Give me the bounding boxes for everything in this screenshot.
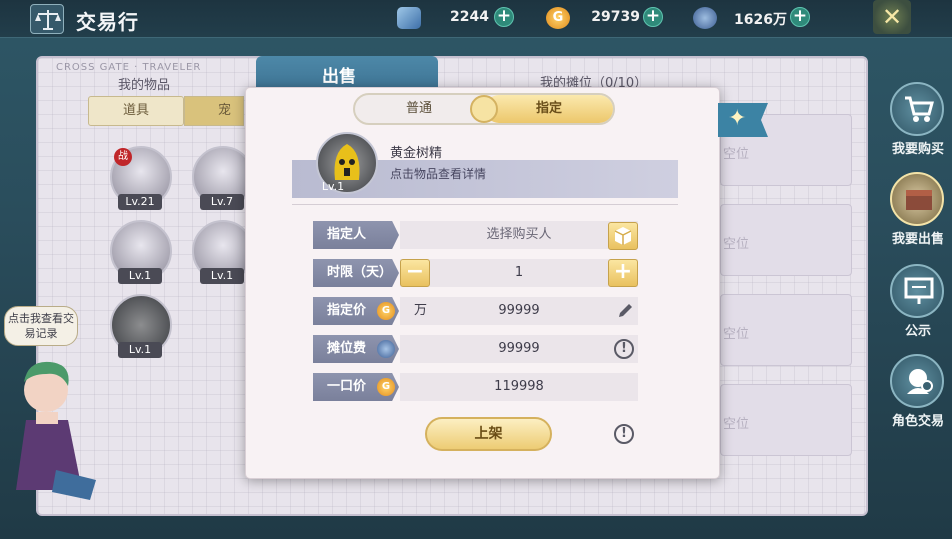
gem-resource: 2244 + <box>397 5 517 31</box>
price-label-text: 指定价 <box>327 303 367 318</box>
designated-badge: ✦ <box>718 103 768 137</box>
inventory-slot[interactable]: 战 Lv.21 <box>110 146 172 210</box>
price-unit: 万 <box>414 303 428 318</box>
fee-help-icon[interactable]: ! <box>614 339 634 359</box>
sell-title: 出售 <box>322 67 356 87</box>
item-level: Lv.1 <box>321 180 345 193</box>
gold-coin-icon: G <box>546 7 570 29</box>
gold-coin-icon: G <box>377 302 395 320</box>
tab-items[interactable]: 道具 <box>88 96 184 126</box>
slot-level: Lv.21 <box>118 194 162 210</box>
cube-icon <box>614 227 632 245</box>
sidebar-item-label: 角色交易 <box>891 414 944 429</box>
top-bar: 交易行 2244 + G 29739 + 1626万 + ✕ <box>0 0 952 38</box>
cart-icon <box>890 82 944 136</box>
total-label-text: 一口价 <box>327 379 367 394</box>
designee-label: 指定人 <box>313 221 399 249</box>
sidebar-item-character-trade[interactable]: 角色交易 <box>884 354 948 434</box>
mode-designated-option[interactable]: 指定 <box>485 95 613 123</box>
total-label: 一口价 G <box>313 373 399 401</box>
sidebar-item-label: 公示 <box>904 324 931 339</box>
silver-resource: 1626万 + <box>693 5 813 31</box>
item-name: 黄金树精 <box>390 146 443 161</box>
stall-slot[interactable]: 空位 <box>720 384 852 456</box>
sell-box-icon <box>890 172 944 226</box>
trade-scale-icon <box>30 4 64 34</box>
increase-duration-button[interactable]: + <box>608 259 638 287</box>
mode-normal-option[interactable]: 普通 <box>355 95 483 123</box>
silver-count: 1626万 <box>734 12 787 28</box>
add-gold-button[interactable]: + <box>643 7 663 27</box>
close-button[interactable]: ✕ <box>873 0 911 34</box>
gem-icon <box>397 7 421 29</box>
empty-stall-label: 空位 <box>723 237 750 252</box>
empty-stall-label: 空位 <box>723 147 750 162</box>
total-field: 119998 <box>400 373 638 401</box>
stall-slot[interactable]: 空位 <box>720 294 852 366</box>
page-title: 交易行 <box>76 10 139 34</box>
slot-level: Lv.7 <box>200 194 244 210</box>
slot-level: Lv.1 <box>118 342 162 358</box>
gold-coin-icon: G <box>377 378 395 396</box>
empty-stall-label: 空位 <box>723 327 750 342</box>
board-icon <box>890 264 944 318</box>
brand-text: CROSS GATE · TRAVELER <box>56 62 202 73</box>
sparkle-icon: ✦ <box>728 106 747 131</box>
tab-pets[interactable]: 宠物 <box>184 96 244 126</box>
choose-buyer-button[interactable] <box>608 222 638 250</box>
battle-tag: 战 <box>114 148 132 166</box>
slot-level: Lv.1 <box>118 268 162 284</box>
trade-record-bubble[interactable]: 点击我查看交易记录 <box>4 306 78 346</box>
character-icon <box>890 354 944 408</box>
listing-help-icon[interactable]: ! <box>614 424 634 444</box>
gold-resource: G 29739 + <box>546 5 666 31</box>
add-gem-button[interactable]: + <box>494 7 514 27</box>
sidebar-item-buy[interactable]: 我要购买 <box>884 82 948 162</box>
silver-coin-icon <box>693 7 717 29</box>
sidebar-item-label: 我要出售 <box>891 232 944 247</box>
sale-mode-toggle[interactable]: 普通 指定 <box>353 93 615 125</box>
empty-stall-label: 空位 <box>723 417 750 432</box>
duration-label: 时限（天） <box>313 259 399 287</box>
add-silver-button[interactable]: + <box>790 7 810 27</box>
duration-field[interactable]: 1 <box>400 259 638 287</box>
stall-slot[interactable]: 空位 <box>720 204 852 276</box>
sidebar-item-label: 我要购买 <box>891 142 944 157</box>
inventory-slot[interactable]: Lv.1 <box>110 220 172 284</box>
list-item-button[interactable]: 上架 <box>425 417 552 451</box>
inventory-slot[interactable]: Lv.1 <box>110 294 172 358</box>
close-icon: ✕ <box>882 3 903 31</box>
sidebar-item-notice[interactable]: 公示 <box>884 264 948 344</box>
fee-label: 摊位费 <box>313 335 399 363</box>
npc-character[interactable] <box>6 350 106 510</box>
fee-field: 99999 <box>400 335 638 363</box>
price-label: 指定价 G <box>313 297 399 325</box>
fee-label-text: 摊位费 <box>327 341 367 356</box>
gem-count: 2244 <box>450 9 489 25</box>
slot-level: Lv.1 <box>200 268 244 284</box>
decrease-duration-button[interactable]: − <box>400 259 430 287</box>
designee-field[interactable]: 选择购买人 <box>400 221 638 249</box>
my-items-title: 我的物品 <box>118 78 171 93</box>
item-portrait[interactable]: Lv.1 <box>316 132 378 194</box>
sidebar-item-sell[interactable]: 我要出售 <box>884 172 948 252</box>
price-value: 99999 <box>498 303 540 318</box>
gold-count: 29739 <box>591 9 640 25</box>
edit-icon[interactable] <box>616 300 636 320</box>
silver-coin-icon <box>377 340 395 358</box>
toggle-knob-icon <box>470 95 498 123</box>
divider <box>292 204 678 205</box>
price-field[interactable]: 万 99999 <box>400 297 638 325</box>
item-detail-hint: 点击物品查看详情 <box>390 167 487 181</box>
